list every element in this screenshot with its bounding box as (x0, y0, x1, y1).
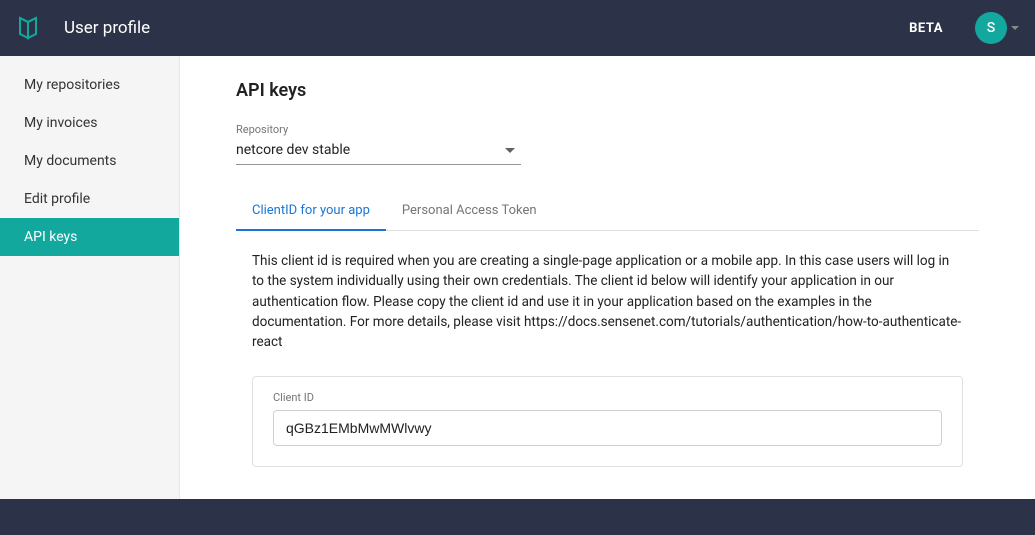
tab-label: Personal Access Token (402, 203, 537, 218)
sidebar-item-label: My invoices (24, 115, 98, 131)
client-id-input[interactable] (273, 410, 942, 446)
header: User profile BETA S (0, 0, 1035, 56)
tabs: ClientID for your app Personal Access To… (236, 193, 979, 231)
footer (0, 499, 1035, 535)
sidebar-item-my-invoices[interactable]: My invoices (0, 104, 179, 142)
chevron-down-icon (505, 148, 515, 153)
client-id-label: Client ID (273, 391, 942, 404)
page-header-title: User profile (64, 18, 150, 38)
client-id-box: Client ID (252, 376, 963, 467)
sidebar-item-label: My documents (24, 153, 116, 169)
beta-badge: BETA (909, 21, 943, 36)
sidebar-item-label: API keys (24, 229, 77, 245)
sidebar-item-my-repositories[interactable]: My repositories (0, 66, 179, 104)
repository-select[interactable]: netcore dev stable (236, 138, 521, 165)
sidebar: My repositories My invoices My documents… (0, 56, 180, 499)
tab-client-id[interactable]: ClientID for your app (236, 193, 386, 230)
client-id-description: This client id is required when you are … (236, 251, 979, 352)
main-content: API keys Repository netcore dev stable C… (180, 56, 1035, 499)
sidebar-item-my-documents[interactable]: My documents (0, 142, 179, 180)
avatar: S (975, 12, 1007, 44)
repository-select-value: netcore dev stable (236, 142, 350, 158)
page-title: API keys (236, 80, 979, 101)
sidebar-item-label: My repositories (24, 77, 120, 93)
tab-label: ClientID for your app (252, 203, 370, 218)
user-menu[interactable]: S (975, 12, 1019, 44)
repository-label: Repository (236, 123, 979, 136)
tab-personal-access-token[interactable]: Personal Access Token (386, 193, 553, 230)
sidebar-item-edit-profile[interactable]: Edit profile (0, 180, 179, 218)
sidebar-item-label: Edit profile (24, 191, 90, 207)
chevron-down-icon (1011, 26, 1019, 30)
logo-icon[interactable] (16, 16, 40, 40)
sidebar-item-api-keys[interactable]: API keys (0, 218, 179, 256)
